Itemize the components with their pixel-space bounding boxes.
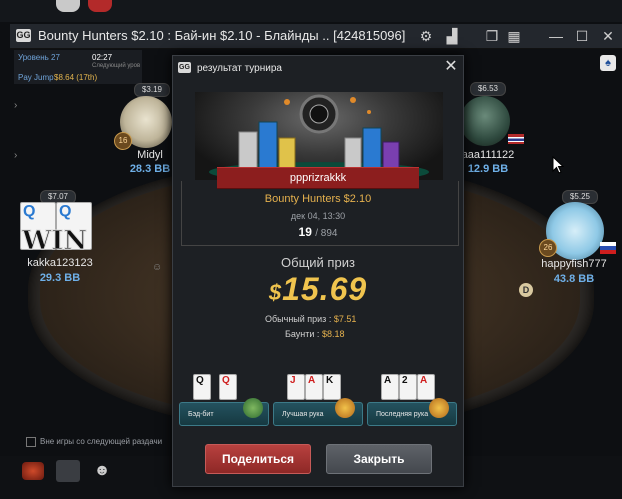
award-label: Последняя рука <box>376 411 429 418</box>
frog-emoji-icon <box>243 398 263 418</box>
tournament-result-dialog: GG результат турнира ✕ ppprizrakkk Bount… <box>172 55 464 487</box>
bounty-value: $8.18 <box>321 329 345 339</box>
chip-icon <box>56 0 80 12</box>
finish-place: 19 / 894 <box>173 225 463 239</box>
next-level-label: Следующий уров <box>92 63 141 69</box>
app-logo: GG <box>178 62 191 73</box>
tournament-date: дек 04, 13:30 <box>290 211 346 221</box>
level-badge: 26 <box>539 239 557 257</box>
grid-icon[interactable]: ▦ <box>506 28 522 44</box>
player-avatar[interactable] <box>460 96 510 146</box>
award-label: Бэд-бит <box>188 411 214 418</box>
top-strip <box>0 0 622 22</box>
close-icon[interactable]: ✕ <box>600 28 616 44</box>
regular-prize-row: Обычный приз : $7.51 <box>265 314 356 324</box>
sidebar-arrow-icon[interactable]: › <box>14 100 28 114</box>
award-card: K <box>323 374 341 400</box>
place-total: / 894 <box>315 228 338 239</box>
gear-icon[interactable]: ⚙ <box>418 28 434 44</box>
award-card: J <box>287 374 305 400</box>
bounty-row: Баунти : $8.18 <box>285 329 344 339</box>
player-name: happyfish777 <box>541 258 607 270</box>
chips-icon[interactable] <box>22 462 44 480</box>
sit-out-row[interactable]: Вне игры со следующей раздачи <box>26 437 162 447</box>
emote-icon[interactable]: ☺ <box>152 262 166 276</box>
bounty-label: Баунти : <box>285 329 320 339</box>
award-card: A <box>417 374 435 400</box>
dialog-title: результат турнира <box>197 63 282 74</box>
emoji-face-icon <box>429 398 449 418</box>
place-value: 19 <box>298 225 312 239</box>
chip-icon <box>88 0 112 12</box>
prize-amount: 15.69 <box>282 271 368 307</box>
minimize-icon[interactable]: — <box>548 28 564 44</box>
emoji-icon[interactable]: ☻ <box>92 460 112 482</box>
award-label: Лучшая рука <box>282 411 324 418</box>
country-flag-icon <box>508 134 524 144</box>
mouse-cursor <box>552 155 565 179</box>
tournament-info-panel: Уровень 27 02:27 Следующий уров Pay Jump… <box>14 50 142 84</box>
payjump-value: $8.64 (17th) <box>54 73 98 82</box>
award-card: A <box>381 374 399 400</box>
player-name-ribbon: ppprizrakkk <box>217 167 419 189</box>
award-card: Q <box>193 374 211 400</box>
total-prize: $15.69 <box>173 271 463 308</box>
regular-prize-value: $7.51 <box>333 314 357 324</box>
level-time: 02:27 <box>92 53 113 62</box>
award-card: 2 <box>399 374 417 400</box>
dealer-button: D <box>519 283 533 297</box>
close-icon[interactable]: ✕ <box>443 59 459 75</box>
window-title-bar: GG Bounty Hunters $2.10 : Бай-ин $2.10 -… <box>10 24 622 49</box>
player-stack: $3.19 <box>134 83 170 97</box>
share-button[interactable]: Поделиться <box>205 444 311 474</box>
award-card: A <box>305 374 323 400</box>
player-name: kakka123123 <box>27 257 93 269</box>
level-label: Уровень 27 <box>18 53 60 62</box>
sit-out-checkbox[interactable] <box>26 437 36 447</box>
country-flag-icon <box>600 242 616 254</box>
sidebar-arrow-icon[interactable]: › <box>14 150 28 164</box>
maximize-icon[interactable]: ☐ <box>574 28 590 44</box>
tournament-name: Bounty Hunters $2.10 <box>264 193 372 205</box>
card-deck-icon[interactable]: ♠ <box>600 55 616 71</box>
sit-out-label: Вне игры со следующей раздачи <box>40 437 163 447</box>
layout-icon[interactable]: ▟ <box>444 28 460 44</box>
emoji-face-icon <box>335 398 355 418</box>
player-bb: 43.8 BB <box>553 273 595 285</box>
level-badge: 16 <box>114 132 132 150</box>
window-title: Bounty Hunters $2.10 : Бай-ин $2.10 - Бл… <box>38 28 406 43</box>
total-prize-label: Общий приз <box>281 255 355 270</box>
payjump-label: Pay Jump <box>18 73 54 82</box>
prize-currency: $ <box>268 280 283 305</box>
app-logo: GG <box>16 29 31 42</box>
player-bb: 29.3 BB <box>39 272 81 284</box>
regular-prize-label: Обычный приз : <box>265 314 332 324</box>
player-stack: $6.53 <box>470 82 506 96</box>
close-button[interactable]: Закрыть <box>326 444 432 474</box>
stats-icon[interactable] <box>56 460 80 482</box>
award-card: Q <box>219 374 237 400</box>
tile-icon[interactable]: ❐ <box>484 28 500 44</box>
win-overlay: WIN <box>21 226 88 257</box>
